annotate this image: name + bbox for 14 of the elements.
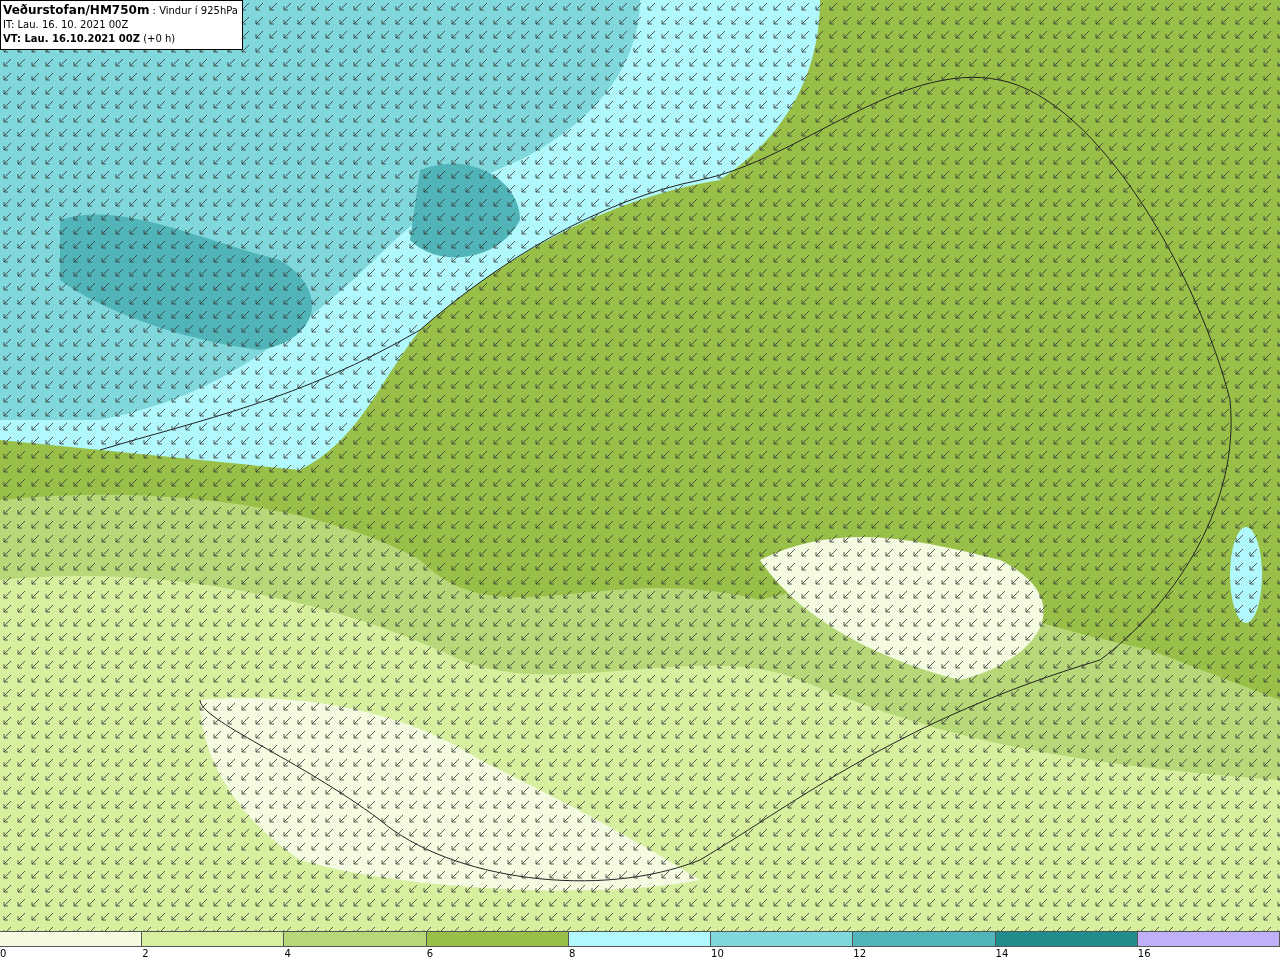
legend-tick-label: 4: [284, 948, 291, 960]
legend-tick-label: 14: [995, 948, 1009, 960]
map-field-label: : Vindur í 925hPa: [152, 5, 238, 16]
legend-tick-label: 12: [853, 948, 867, 960]
legend-tick-label: 10: [711, 948, 724, 960]
legend-tick-label: 2: [142, 948, 149, 960]
legend-tick-label: 8: [568, 948, 576, 960]
lead-time-label: (+0 h): [143, 33, 176, 44]
legend-tick-label: 0: [0, 948, 7, 960]
init-time-label: IT: Lau. 16. 10. 2021 00Z: [3, 18, 130, 32]
legend-tick-label: 6: [426, 948, 434, 960]
valid-time-label: VT: Lau. 16.10.2021 00Z: [3, 33, 140, 44]
legend-tick-label: 16: [1137, 948, 1151, 960]
map-source-title: Veðurstofan/HM750m: [3, 3, 150, 17]
